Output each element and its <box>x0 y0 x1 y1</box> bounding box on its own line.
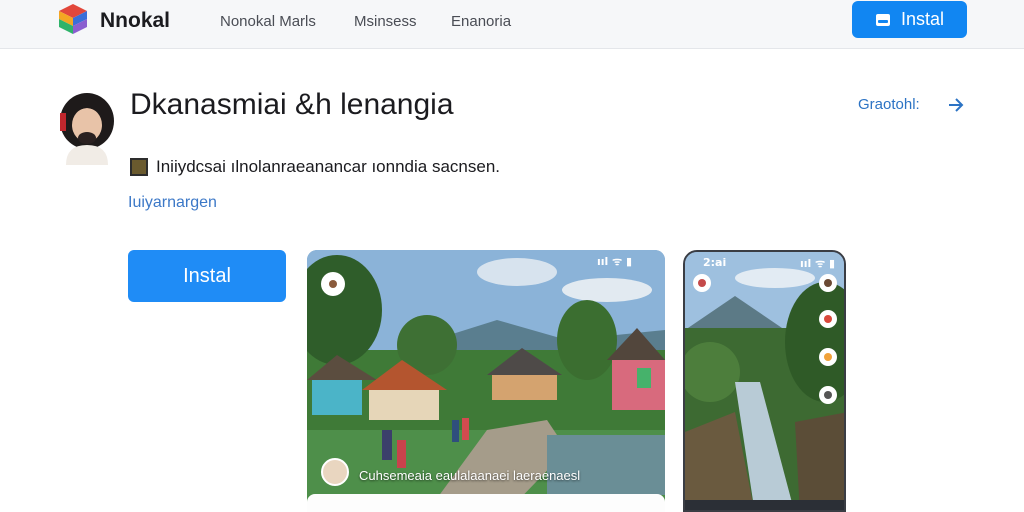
install-button[interactable]: Instal <box>128 250 286 302</box>
phone-bottom-bar <box>685 500 844 510</box>
nav-link-1[interactable]: Nonokal Marls <box>220 13 316 30</box>
top-install-button[interactable]: Instal <box>852 1 967 38</box>
bottom-toolbar <box>307 494 665 512</box>
install-icon <box>875 13 890 26</box>
screenshot-1[interactable]: ııl ᯤ ▮ Cuhsemeaia eaulalaanaei laeraena… <box>307 250 665 512</box>
river-scene-image <box>685 252 844 510</box>
more-options-icon[interactable] <box>819 386 837 404</box>
publisher-row: Iniiydcsai ılnolanraeanancar ıonndia sac… <box>130 157 500 177</box>
publisher-icon <box>130 158 148 176</box>
caption-avatar <box>321 458 349 486</box>
top-install-label: Instal <box>900 9 945 29</box>
comment-button-icon[interactable] <box>819 348 837 366</box>
like-button-icon[interactable] <box>819 310 837 328</box>
app-store-logo-icon[interactable] <box>56 2 90 36</box>
top-navigation-bar: Nnokal Nonokal Marls Msinsess Enanoria I… <box>0 0 1024 49</box>
screenshot-caption: Cuhsemeaia eaulalaanaei laeraenaesl <box>359 468 581 483</box>
nav-link-3[interactable]: Enanoria <box>451 13 511 30</box>
profile-avatar <box>693 274 711 292</box>
brand-name[interactable]: Nnokal <box>100 9 170 33</box>
user-avatar <box>819 274 837 292</box>
share-link[interactable]: Graotohl: <box>858 96 964 113</box>
profile-avatar <box>321 272 345 296</box>
status-bar: ııl ᯤ ▮ <box>597 255 633 268</box>
app-title: Dkanasmiai &h lenangia <box>130 88 454 121</box>
arrow-right-icon <box>948 97 964 112</box>
publisher-text: Iniiydcsai ılnolanraeanancar ıonndia sac… <box>156 157 501 176</box>
status-time: 2:ai <box>703 256 727 269</box>
app-avatar-icon <box>60 93 114 165</box>
status-bar: ııl ᯤ ▮ <box>800 257 836 270</box>
screenshot-2[interactable]: 2:ai ııl ᯤ ▮ <box>683 250 846 512</box>
share-label: Graotohl: <box>858 96 920 113</box>
nav-link-2[interactable]: Msinsess <box>354 13 417 30</box>
category-link[interactable]: Iuiyarnargen <box>128 194 217 212</box>
